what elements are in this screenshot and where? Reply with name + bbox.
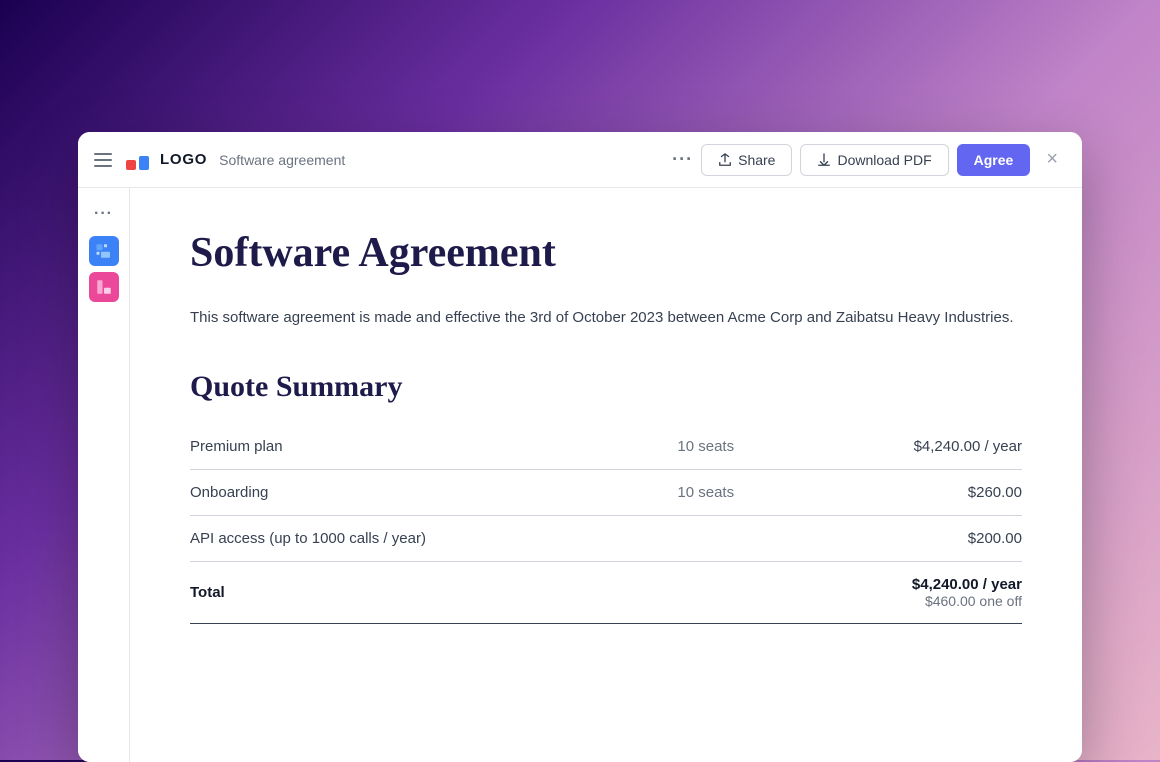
total-price-line1: $4,240.00 / year [795, 576, 1022, 593]
row-name: Premium plan [190, 424, 677, 470]
table-row: API access (up to 1000 calls / year) $20… [190, 516, 1022, 562]
user-avatar-icon-pink [95, 278, 113, 296]
share-button[interactable]: Share [701, 144, 792, 176]
agree-label: Agree [974, 152, 1014, 168]
topbar: LOGO Software agreement ··· Share Downlo… [78, 132, 1082, 188]
logo-icon [126, 150, 154, 170]
row-name: Onboarding [190, 470, 677, 516]
doc-content: Software Agreement This software agreeme… [130, 188, 1082, 762]
row-price: $200.00 [795, 516, 1022, 562]
row-seats: 10 seats [677, 424, 794, 470]
avatar-blue [89, 236, 119, 266]
hamburger-menu-icon[interactable] [94, 150, 114, 170]
avatar-group [89, 236, 119, 302]
download-pdf-label: Download PDF [837, 152, 931, 168]
doc-main-title: Software Agreement [190, 228, 1022, 278]
user-avatar-icon-blue [95, 242, 113, 260]
sidebar-more-icon[interactable]: ··· [90, 200, 118, 228]
row-seats: 10 seats [677, 470, 794, 516]
quote-section-title: Quote Summary [190, 370, 1022, 404]
topbar-more-icon[interactable]: ··· [664, 145, 701, 174]
close-icon: × [1046, 148, 1058, 171]
download-pdf-button[interactable]: Download PDF [800, 144, 948, 176]
table-row: Onboarding 10 seats $260.00 [190, 470, 1022, 516]
share-icon [718, 153, 732, 167]
total-label: Total [190, 562, 677, 624]
avatar-pink [89, 272, 119, 302]
total-price: $4,240.00 / year $460.00 one off [795, 562, 1022, 624]
sidebar-strip: ··· [78, 188, 130, 762]
topbar-right: Share Download PDF Agree × [701, 144, 1066, 176]
topbar-left: LOGO Software agreement [94, 150, 664, 170]
close-button[interactable]: × [1038, 144, 1066, 175]
table-row: Premium plan 10 seats $4,240.00 / year [190, 424, 1022, 470]
row-price: $260.00 [795, 470, 1022, 516]
row-price: $4,240.00 / year [795, 424, 1022, 470]
modal-window: LOGO Software agreement ··· Share Downlo… [78, 132, 1082, 762]
total-seats [677, 562, 794, 624]
logo-red-square [126, 160, 136, 170]
logo-container: LOGO [126, 150, 207, 170]
total-row: Total $4,240.00 / year $460.00 one off [190, 562, 1022, 624]
content-area: ··· [78, 188, 1082, 762]
row-name: API access (up to 1000 calls / year) [190, 516, 677, 562]
topbar-center: ··· [664, 145, 701, 174]
agree-button[interactable]: Agree [957, 144, 1031, 176]
row-seats [677, 516, 794, 562]
quote-table: Premium plan 10 seats $4,240.00 / year O… [190, 424, 1022, 624]
share-label: Share [738, 152, 775, 168]
doc-title: Software agreement [219, 152, 345, 168]
logo-blue-square [139, 156, 149, 170]
download-icon [817, 153, 831, 167]
logo-text: LOGO [160, 151, 207, 168]
doc-intro: This software agreement is made and effe… [190, 306, 1022, 330]
total-price-line2: $460.00 one off [795, 593, 1022, 609]
